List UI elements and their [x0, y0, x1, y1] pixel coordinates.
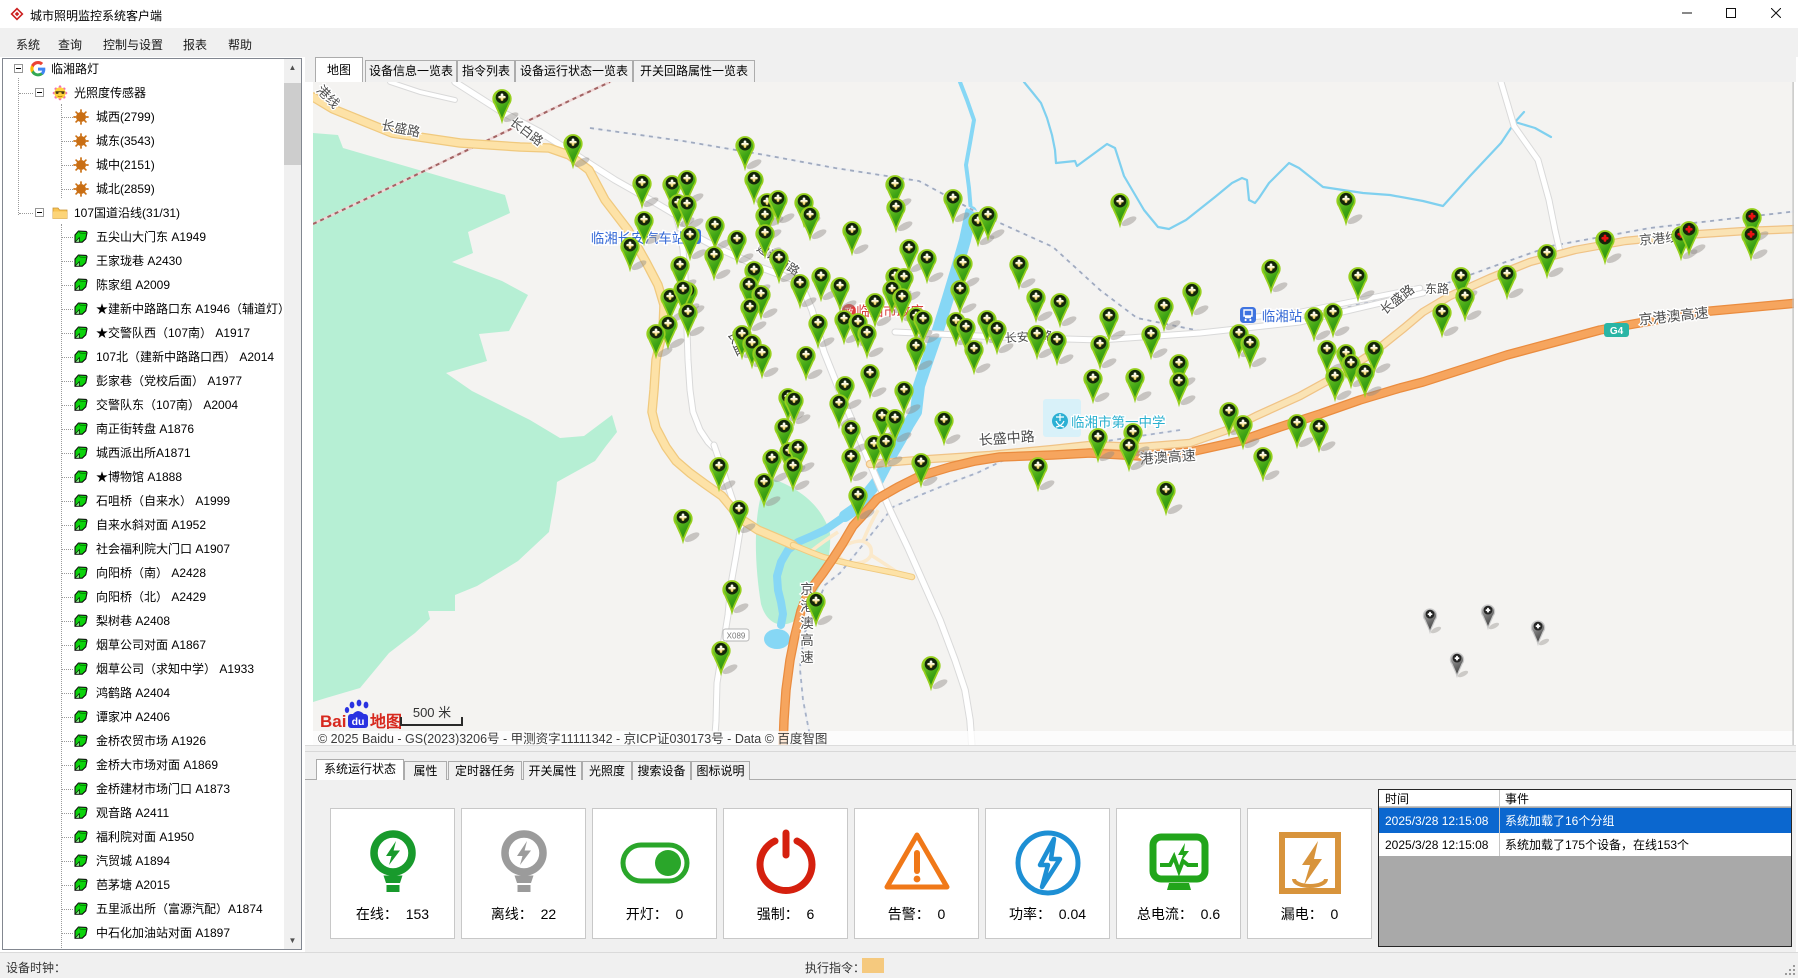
svg-text:澳: 澳 [800, 616, 814, 631]
svg-text:临湘市第一中学: 临湘市第一中学 [1071, 414, 1166, 430]
svg-text:速: 速 [800, 650, 814, 665]
svg-text:地图: 地图 [370, 712, 402, 731]
svg-text:© 2025 Baidu - GS(2023)3206号 -: © 2025 Baidu - GS(2023)3206号 - 甲测资字11111… [318, 731, 827, 745]
svg-text:东路: 东路 [1425, 281, 1449, 296]
svg-text:Bai: Bai [320, 712, 346, 731]
svg-text:临湘站: 临湘站 [1262, 309, 1303, 324]
svg-text:du: du [352, 716, 365, 728]
svg-text:高: 高 [800, 632, 814, 648]
svg-text:500 米: 500 米 [413, 705, 451, 720]
svg-text:X089: X089 [727, 632, 746, 641]
svg-text:G4: G4 [1610, 326, 1624, 337]
